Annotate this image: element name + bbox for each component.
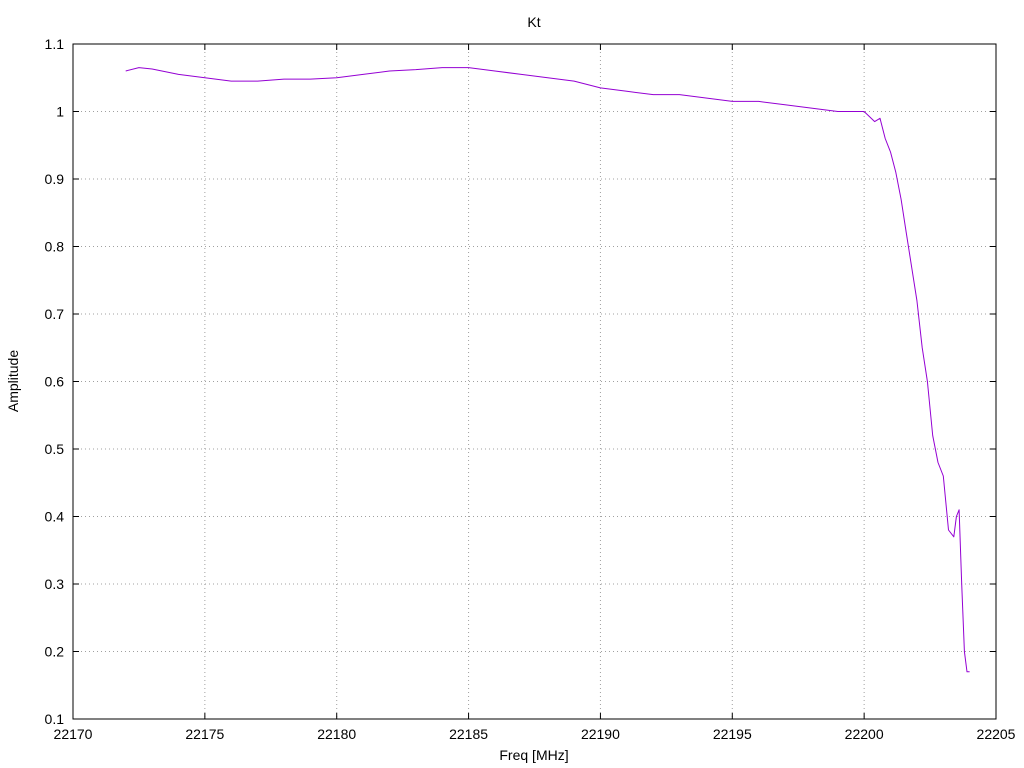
y-tick-label: 0.6	[45, 374, 65, 390]
y-tick-label: 0.2	[45, 644, 65, 660]
grid	[73, 44, 996, 719]
y-tick-label: 1	[56, 104, 64, 120]
x-tick-label: 22185	[449, 726, 488, 742]
chart-title: Kt	[527, 14, 540, 30]
x-tick-label: 22175	[185, 726, 224, 742]
x-tick-label: 22180	[317, 726, 356, 742]
y-tick-label: 0.1	[45, 711, 65, 727]
y-tick-label: 0.8	[45, 239, 65, 255]
y-tick-label: 0.3	[45, 576, 65, 592]
x-tick-label: 22200	[845, 726, 884, 742]
y-axis-title: Amplitude	[5, 350, 21, 412]
y-tick-label: 0.5	[45, 441, 65, 457]
x-tick-label: 22195	[713, 726, 752, 742]
y-tick-label: 0.4	[45, 509, 65, 525]
x-tick-label: 22170	[54, 726, 93, 742]
series-line	[125, 67, 970, 673]
x-tick-label: 22205	[977, 726, 1016, 742]
series-layer	[125, 67, 970, 673]
y-tick-label: 0.7	[45, 306, 65, 322]
y-tick-label: 1.1	[45, 36, 65, 52]
x-tick-label: 22190	[581, 726, 620, 742]
line-chart: Kt 22170 22175 22180 22185 22190 22195 22200 22…	[5, 14, 1016, 763]
y-tick-label: 0.9	[45, 171, 65, 187]
axis-ticks: 22170 22175 22180 22185 22190 22195 22200 22205…	[45, 36, 1016, 742]
x-axis-title: Freq [MHz]	[499, 747, 568, 763]
